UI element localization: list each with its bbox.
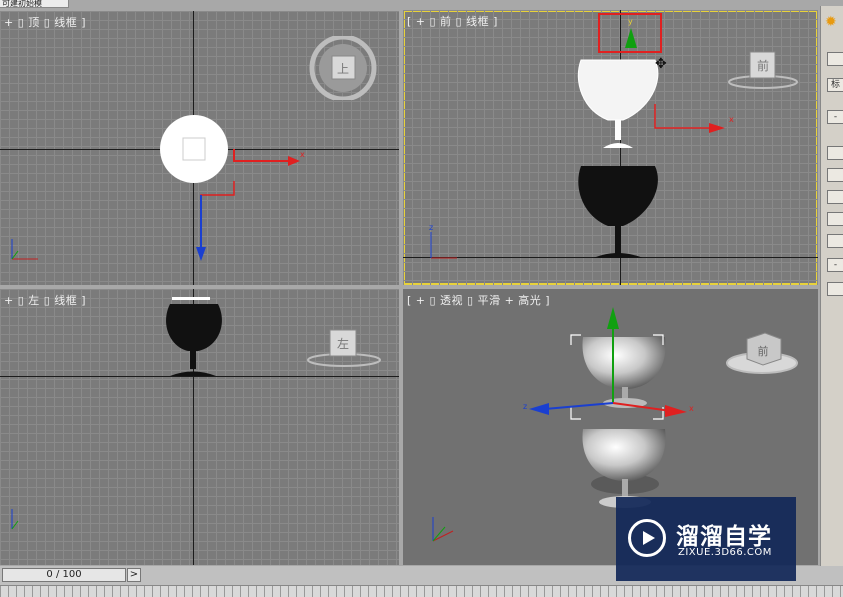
svg-text:x: x xyxy=(729,115,734,124)
viewport-front[interactable]: [ + ▯ 前 ▯ 线框 ] y x z 前 ✥ xyxy=(403,10,818,285)
svg-text:y: y xyxy=(628,17,633,26)
gizmo-y-axis xyxy=(625,28,637,48)
panel-button-6[interactable] xyxy=(827,234,843,248)
panel-button-5[interactable] xyxy=(827,212,843,226)
glass-top-silhouette xyxy=(160,115,228,183)
svg-text:前: 前 xyxy=(757,58,769,73)
create-tab-icon[interactable]: ✹ xyxy=(825,14,837,30)
navcube-perspective[interactable]: 前 xyxy=(725,327,799,377)
glass-upper xyxy=(577,59,659,121)
timeline-track[interactable] xyxy=(0,585,843,597)
gizmo-x-axis xyxy=(233,149,293,162)
gizmo-z-axis xyxy=(544,402,614,410)
time-slider[interactable]: 0 / 100 xyxy=(2,568,126,582)
gizmo-x-axis xyxy=(654,104,717,129)
glass-lower xyxy=(582,429,666,481)
rollout-2[interactable]: - xyxy=(827,258,843,272)
window-tab[interactable]: 可建初始模 xyxy=(0,0,69,8)
glass-silhouette xyxy=(166,304,222,351)
svg-text:x: x xyxy=(689,404,694,413)
play-logo-icon xyxy=(628,519,666,557)
navcube-left[interactable]: 左 xyxy=(306,327,382,367)
command-panel: ✹ 标 - - xyxy=(820,6,843,592)
watermark-subtitle: ZIXUE.3D66.COM xyxy=(678,547,772,558)
panel-button-2[interactable] xyxy=(827,146,843,160)
glass-lower xyxy=(578,166,658,226)
move-cursor-icon: ✥ xyxy=(655,56,667,72)
svg-text:z: z xyxy=(523,402,527,411)
svg-text:左: 左 xyxy=(337,336,349,351)
svg-text:前: 前 xyxy=(758,344,769,358)
svg-text:上: 上 xyxy=(337,62,349,76)
glass-upper xyxy=(582,337,666,389)
viewport-left[interactable]: + ▯ 左 ▯ 线框 ] 左 xyxy=(0,289,399,565)
panel-button-1[interactable] xyxy=(827,52,843,66)
rollout-1[interactable]: - xyxy=(827,110,843,124)
panel-button-4[interactable] xyxy=(827,190,843,204)
svg-text:z: z xyxy=(429,223,433,232)
viewport-top[interactable]: + ▯ 顶 ▯ 线框 ] x 上 xyxy=(0,11,399,285)
navcube-front[interactable]: 前 xyxy=(727,50,799,90)
panel-button-3[interactable] xyxy=(827,168,843,182)
panel-checkbox[interactable] xyxy=(827,282,843,296)
gizmo-x-label: x xyxy=(300,150,305,159)
panel-dropdown[interactable]: 标 xyxy=(827,78,843,92)
next-frame-button[interactable]: > xyxy=(127,568,141,582)
watermark: 溜溜自学 ZIXUE.3D66.COM xyxy=(616,497,796,581)
navcube-top[interactable]: 上 xyxy=(309,36,377,100)
watermark-title: 溜溜自学 xyxy=(676,524,772,550)
